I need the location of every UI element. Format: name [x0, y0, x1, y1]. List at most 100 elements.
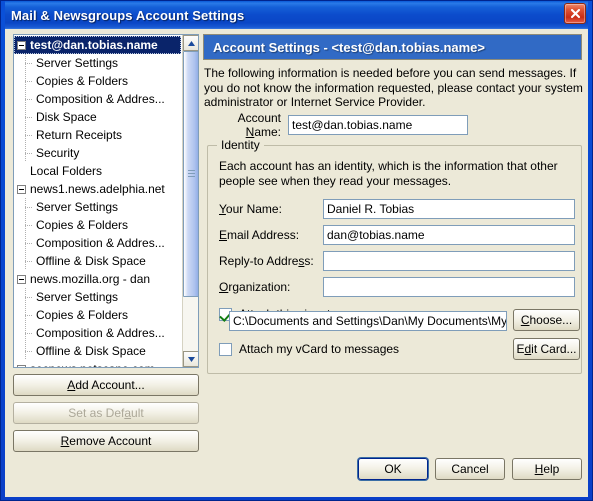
account-name-row: Account Name: test@dan.tobias.name: [204, 111, 586, 139]
tree-collapse-icon[interactable]: [17, 184, 26, 194]
tree-item[interactable]: Disk Space: [14, 108, 183, 126]
attach-vcard-label: Attach my vCard to messages: [239, 342, 400, 356]
tree-scrollbar[interactable]: [182, 35, 198, 367]
tree-item[interactable]: news1.news.adelphia.net: [14, 180, 183, 198]
tree-item[interactable]: Security: [14, 144, 183, 162]
tree-item-label: Offline & Disk Space: [36, 344, 146, 358]
tree-item-label: Local Folders: [30, 164, 103, 178]
tree-guide-dash: [25, 117, 33, 118]
scroll-down-icon[interactable]: [183, 351, 198, 367]
email-address-row: Email Address: dan@tobias.name: [219, 225, 575, 245]
tree-guide-dash: [25, 135, 33, 136]
tree-item[interactable]: Server Settings: [14, 54, 183, 72]
tree-item-label: Composition & Addres...: [36, 92, 165, 106]
tree-item[interactable]: Server Settings: [14, 198, 183, 216]
tree-collapse-icon[interactable]: [17, 274, 26, 284]
ok-button[interactable]: OK: [358, 458, 428, 480]
account-tree-list: test@dan.tobias.name Server Settings Copie…: [14, 35, 183, 367]
tree-item-label: Server Settings: [36, 290, 119, 304]
add-account-button[interactable]: Add Account...: [13, 374, 199, 396]
tree-item[interactable]: Return Receipts: [14, 126, 183, 144]
tree-item[interactable]: Copies & Folders: [14, 306, 183, 324]
tree-guide-dash: [25, 63, 33, 64]
attach-vcard-row: Attach my vCard to messages: [219, 342, 399, 356]
tree-item[interactable]: secnews.netscape.com - ...: [14, 360, 183, 367]
tree-item-label: Composition & Addres...: [36, 236, 165, 250]
cancel-button[interactable]: Cancel: [435, 458, 505, 480]
tree-guide-dash: [25, 81, 33, 82]
tree-item[interactable]: Composition & Addres...: [14, 90, 183, 108]
tree-collapse-icon[interactable]: [17, 364, 26, 367]
scrollbar-thumb[interactable]: [183, 51, 198, 297]
dialog-window: Mail & Newsgroups Account Settings test@…: [0, 0, 593, 501]
scrollbar-grip: [188, 170, 195, 178]
tree-item-label: secnews.netscape.com - ...: [30, 360, 175, 367]
tree-item[interactable]: Offline & Disk Space: [14, 342, 183, 360]
tree-item-label: Copies & Folders: [36, 218, 129, 232]
reply-to-label: Reply-to Address:: [219, 254, 314, 268]
tree-item[interactable]: Local Folders: [14, 162, 183, 180]
panel-intro-text: The following information is needed befo…: [204, 66, 583, 109]
tree-item-label: Server Settings: [36, 56, 119, 70]
tree-item[interactable]: Server Settings: [14, 288, 183, 306]
tree-guide-dash: [25, 297, 33, 298]
your-name-input[interactable]: Daniel R. Tobias: [323, 199, 575, 219]
scroll-up-icon[interactable]: [183, 35, 198, 51]
tree-item-label: Copies & Folders: [36, 74, 129, 88]
attach-vcard-checkbox[interactable]: [219, 342, 232, 356]
tree-item-label: Security: [36, 146, 80, 160]
organization-row: Organization:: [219, 277, 575, 297]
tree-guide-dash: [25, 243, 33, 244]
edit-card-button[interactable]: Edit Card...: [513, 338, 580, 360]
tree-item-label: Copies & Folders: [36, 308, 129, 322]
your-name-row: Your Name: Daniel R. Tobias: [219, 199, 575, 219]
your-name-label: Your Name:: [219, 202, 282, 216]
tree-item[interactable]: Copies & Folders: [14, 216, 183, 234]
close-icon[interactable]: [564, 3, 586, 24]
tree-guide-dash: [25, 261, 33, 262]
organization-label: Organization:: [219, 280, 291, 294]
tree-guide-dash: [25, 99, 33, 100]
panel-header-label: Account Settings - <test@dan.tobias.name…: [213, 39, 486, 55]
tree-item-label: Composition & Addres...: [36, 326, 165, 340]
tree-item-label: news1.news.adelphia.net: [30, 182, 165, 196]
tree-guide-dash: [25, 333, 33, 334]
tree-item-label: Disk Space: [36, 110, 97, 124]
email-address-label: Email Address:: [219, 228, 300, 242]
tree-item-label: Server Settings: [36, 200, 119, 214]
tree-item-label: Offline & Disk Space: [36, 254, 146, 268]
tree-guide-dash: [25, 225, 33, 226]
account-tree[interactable]: test@dan.tobias.name Server Settings Copie…: [13, 34, 199, 368]
ok-label: OK: [384, 462, 402, 476]
tree-item-label: Return Receipts: [36, 128, 123, 142]
tree-item[interactable]: news.mozilla.org - dan: [14, 270, 183, 288]
account-name-input[interactable]: test@dan.tobias.name: [288, 115, 468, 135]
set-as-default-button: Set as Default: [13, 402, 199, 424]
remove-account-button[interactable]: Remove Account: [13, 430, 199, 452]
tree-collapse-icon[interactable]: [17, 40, 26, 50]
window-title: Mail & Newsgroups Account Settings: [11, 7, 245, 23]
tree-item[interactable]: Composition & Addres...: [14, 234, 183, 252]
tree-item-label: test@dan.tobias.name: [30, 38, 158, 52]
tree-guide-dash: [25, 153, 33, 154]
panel-header: Account Settings - <test@dan.tobias.name…: [203, 34, 582, 60]
tree-item[interactable]: test@dan.tobias.name: [14, 36, 181, 54]
organization-input[interactable]: [323, 277, 575, 297]
identity-fieldset: Identity Each account has an identity, w…: [207, 138, 582, 374]
client-area: test@dan.tobias.name Server Settings Copie…: [5, 29, 588, 497]
tree-item[interactable]: Copies & Folders: [14, 72, 183, 90]
choose-signature-button[interactable]: Choose...: [513, 309, 580, 331]
signature-path-input[interactable]: C:\Documents and Settings\Dan\My Documen…: [229, 311, 507, 331]
tree-item[interactable]: Composition & Addres...: [14, 324, 183, 342]
email-address-input[interactable]: dan@tobias.name: [323, 225, 575, 245]
tree-guide-dash: [25, 207, 33, 208]
signature-path-row: C:\Documents and Settings\Dan\My Documen…: [229, 311, 507, 331]
scrollbar-track[interactable]: [183, 51, 198, 351]
tree-item[interactable]: Offline & Disk Space: [14, 252, 183, 270]
add-account-label: dd Account...: [75, 378, 145, 392]
help-button[interactable]: Help: [512, 458, 582, 480]
tree-guide-dash: [25, 351, 33, 352]
reply-to-row: Reply-to Address:: [219, 251, 575, 271]
reply-to-input[interactable]: [323, 251, 575, 271]
cancel-label: Cancel: [451, 462, 489, 476]
